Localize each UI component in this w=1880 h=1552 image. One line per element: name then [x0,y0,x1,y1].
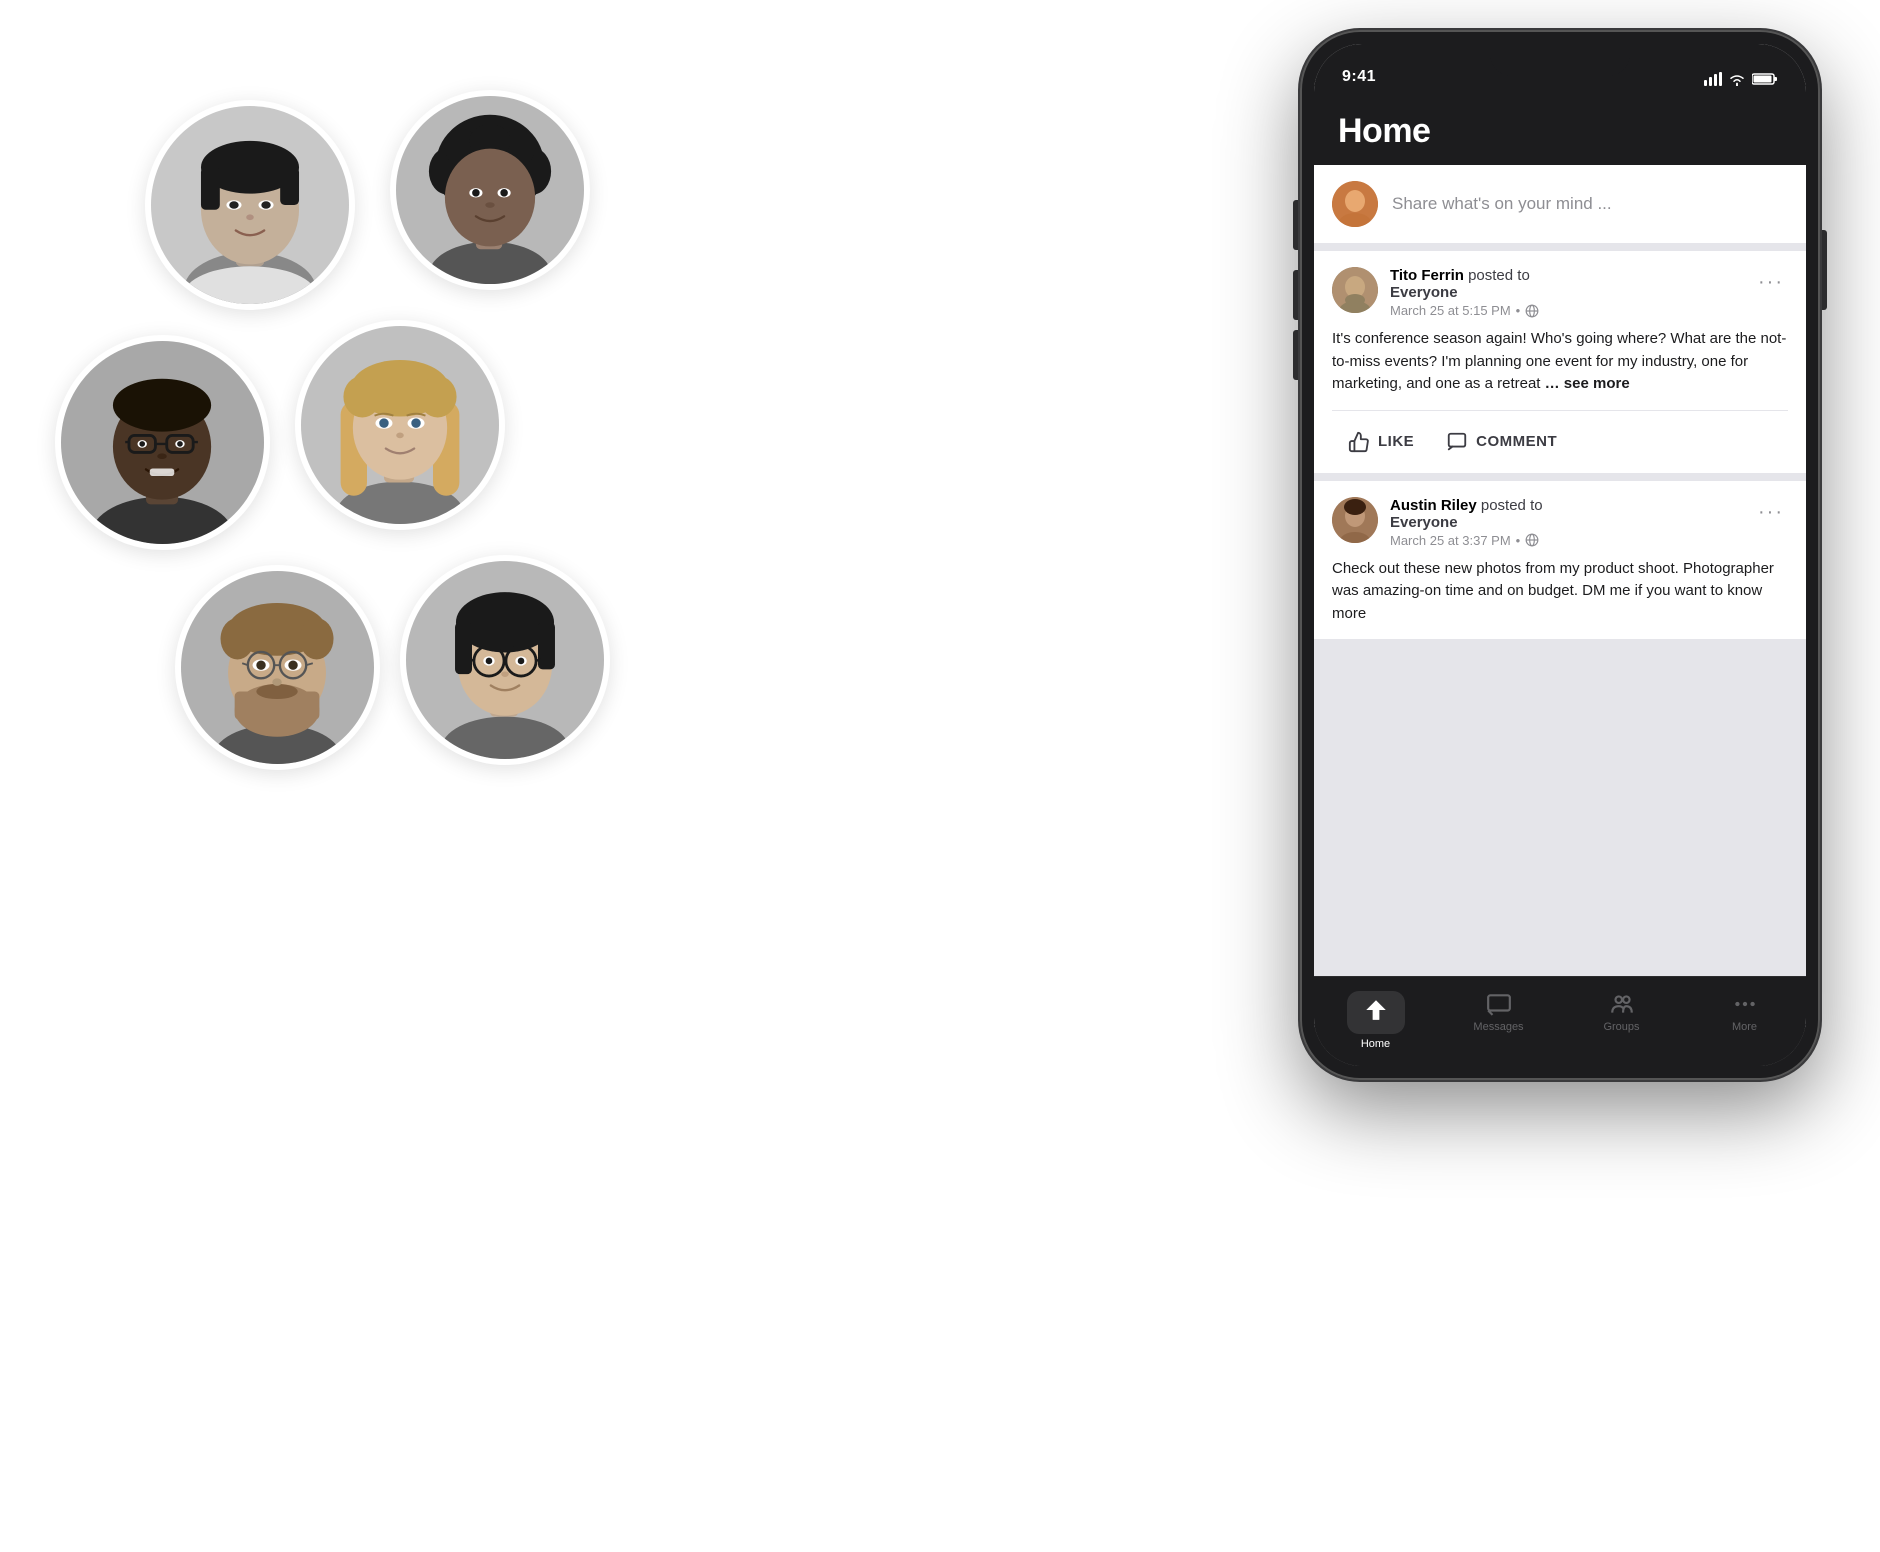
avatar-person-4 [295,320,505,530]
nav-home-label: Home [1361,1038,1390,1050]
post-1-header: Tito Ferrin posted toEveryone March 25 a… [1314,251,1806,328]
status-icons [1704,72,1778,86]
avatar-person-6 [400,555,610,765]
status-time: 9:41 [1342,68,1376,86]
signal-icon [1704,72,1722,86]
like-button[interactable]: LIKE [1332,423,1430,461]
post-1-body: It's conference season again! Who's goin… [1314,328,1806,410]
groups-icon [1609,991,1635,1017]
globe-icon-1 [1525,304,1539,318]
post-card-2: Austin Riley posted toEveryone March 25 … [1314,481,1806,640]
nav-item-messages[interactable]: Messages [1437,987,1560,1037]
post-1-avatar [1332,267,1378,313]
nav-more-label: More [1732,1021,1757,1033]
app-title: Home [1338,112,1782,151]
post-1-date: March 25 at 5:15 PM • [1390,303,1742,318]
post-2-date: March 25 at 3:37 PM • [1390,533,1742,548]
post-2-avatar [1332,497,1378,543]
compose-avatar [1332,181,1378,227]
avatar-person-1 [145,100,355,310]
avatar-person-2 [390,90,590,290]
phone-screen: 9:41 [1314,44,1806,1066]
messages-icon [1486,991,1512,1017]
post-2-meta: Austin Riley posted toEveryone March 25 … [1390,497,1742,548]
more-icon [1732,991,1758,1017]
nav-item-more[interactable]: More [1683,987,1806,1037]
home-icon [1363,997,1389,1023]
app-content: Home Share what's on your mind [1314,94,1806,1066]
post-1-see-more[interactable]: … see more [1545,375,1630,392]
post-card-1: Tito Ferrin posted toEveryone March 25 a… [1314,251,1806,473]
avatars-section [0,0,680,1100]
phone-device: 9:41 [1300,30,1820,1080]
nav-item-home[interactable]: Home [1314,987,1437,1054]
avatar-person-3 [55,335,270,550]
nav-messages-label: Messages [1473,1021,1523,1033]
feed-area: Share what's on your mind ... [1314,165,1806,1027]
post-1-actions: LIKE COMMENT [1314,411,1806,473]
nav-item-groups[interactable]: Groups [1560,987,1683,1037]
battery-icon [1752,72,1778,86]
nav-home-bg [1347,991,1405,1034]
nav-groups-label: Groups [1603,1021,1639,1033]
compose-placeholder[interactable]: Share what's on your mind ... [1392,194,1788,214]
avatar-person-5 [175,565,380,770]
bottom-nav: Home Messages [1314,976,1806,1066]
phone-shell: 9:41 [1300,30,1820,1080]
post-2-author: Austin Riley posted toEveryone [1390,497,1742,531]
comment-button[interactable]: COMMENT [1430,423,1573,461]
wifi-icon [1728,72,1746,86]
post-2-body: Check out these new photos from my produ… [1314,558,1806,640]
post-1-author: Tito Ferrin posted toEveryone [1390,267,1742,301]
phone-notch [1490,44,1630,76]
globe-icon-2 [1525,533,1539,547]
compose-card[interactable]: Share what's on your mind ... [1314,165,1806,243]
like-icon [1348,431,1370,453]
post-2-more-button[interactable]: ··· [1754,497,1788,528]
app-header: Home [1314,94,1806,165]
post-1-more-button[interactable]: ··· [1754,267,1788,298]
post-2-header: Austin Riley posted toEveryone March 25 … [1314,481,1806,558]
post-1-meta: Tito Ferrin posted toEveryone March 25 a… [1390,267,1742,318]
comment-icon [1446,431,1468,453]
